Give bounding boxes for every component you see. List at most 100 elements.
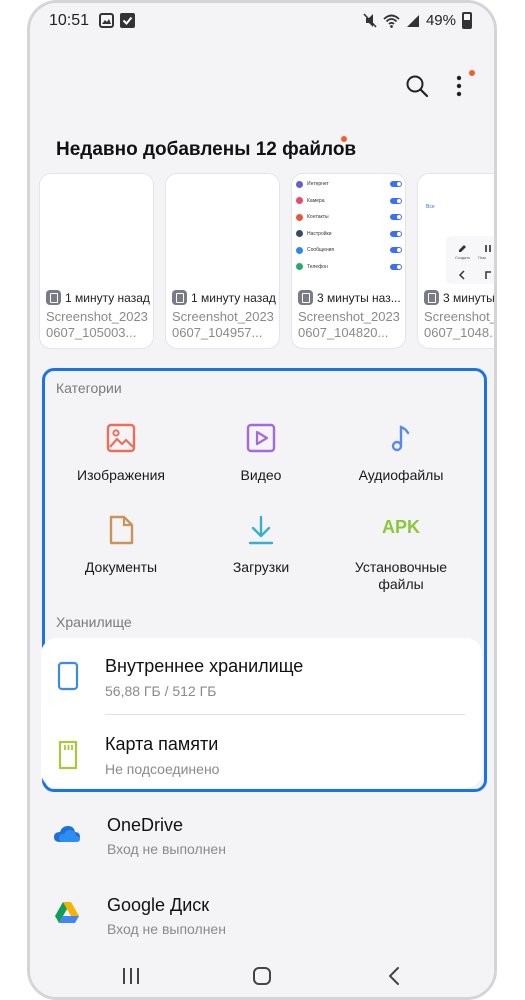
- cloud-item-subtitle: Вход не выполнен: [107, 921, 226, 937]
- storage-item-subtitle: 56,88 ГБ / 512 ГБ: [105, 683, 217, 699]
- toggle-icon: [390, 197, 402, 204]
- gallery-notification-icon: [99, 13, 114, 28]
- file-thumbnail: Все Создать Пом: [418, 174, 494, 284]
- cloud-item-subtitle: Вход не выполнен: [107, 841, 226, 857]
- battery-percent: 49%: [425, 12, 456, 29]
- action-bar: [30, 65, 494, 105]
- storage-item-sd-card[interactable]: Карта памяти Не подсоединено: [41, 716, 482, 794]
- navigation-bar: [30, 948, 494, 997]
- preview-label: Пом: [478, 255, 486, 260]
- recent-file-card[interactable]: 1 минуту назад Screenshot_20230607_10495…: [165, 173, 280, 349]
- cloud-item-onedrive[interactable]: OneDrive Вход не выполнен: [41, 800, 482, 878]
- categories-grid: Изображения Видео Аудиофайлы Документы З…: [41, 387, 482, 597]
- file-thumbnail: Интернет Камера Контакты Настройки Сообщ…: [292, 174, 405, 279]
- category-label: Изображения: [77, 467, 165, 483]
- cloud-item-title: Google Диск: [107, 895, 210, 915]
- divider: [105, 714, 465, 715]
- app-icon: [296, 230, 303, 238]
- storage-card: Внутреннее хранилище 56,88 ГБ / 512 ГБ К…: [41, 638, 482, 788]
- preview-panel: Создать Пом: [446, 236, 494, 284]
- recent-files-title[interactable]: Недавно добавлены 12 файлов: [56, 139, 356, 161]
- storage-title: Хранилище: [56, 614, 132, 630]
- category-images[interactable]: Изображения: [51, 407, 191, 487]
- app-icon: [296, 263, 303, 271]
- file-type-icon: [424, 290, 439, 305]
- storage-item-title: Внутреннее хранилище: [105, 656, 304, 676]
- app-icon: [296, 246, 303, 254]
- screen: 10:51 49% Недавно добавлены 12 файлов 1 …: [30, 3, 497, 997]
- image-icon: [106, 423, 136, 453]
- file-type-icon: [172, 290, 187, 305]
- video-icon: [246, 423, 276, 453]
- preview-corner-icon: [485, 271, 491, 279]
- category-video[interactable]: Видео: [191, 407, 331, 487]
- file-name: Screenshot_20230607_104957...: [172, 309, 274, 340]
- recents-icon[interactable]: [116, 966, 146, 986]
- wifi-icon: [383, 14, 400, 28]
- category-label: Документы: [84, 559, 158, 575]
- mute-icon: [363, 13, 377, 28]
- category-label: Установочные файлы: [354, 559, 448, 592]
- storage-item-subtitle: Не подсоединено: [105, 761, 220, 777]
- recent-files-row: 1 минуту назад Screenshot_20230607_10500…: [39, 173, 497, 351]
- check-notification-icon: [120, 13, 135, 28]
- search-icon[interactable]: [404, 73, 430, 99]
- app-icon: [296, 197, 303, 205]
- preview-label: Камера: [307, 197, 325, 204]
- home-icon[interactable]: [247, 966, 277, 986]
- toggle-icon: [390, 181, 402, 188]
- status-bar: 10:51 49%: [30, 3, 494, 37]
- storage-item-title: Карта памяти: [105, 734, 219, 754]
- preview-label: Контакты: [307, 214, 329, 221]
- edit-icon: [459, 245, 466, 252]
- cloud-item-title: OneDrive: [107, 815, 184, 835]
- storage-item-internal[interactable]: Внутреннее хранилище 56,88 ГБ / 512 ГБ: [41, 638, 482, 716]
- recent-file-card[interactable]: 1 минуту назад Screenshot_20230607_10500…: [39, 173, 154, 349]
- preview-label: Интернет: [307, 181, 329, 188]
- file-name: Screenshot_20230607_1048...: [424, 309, 497, 340]
- category-documents[interactable]: Документы: [51, 499, 191, 595]
- category-downloads[interactable]: Загрузки: [191, 499, 331, 595]
- file-time: 3 минуты н: [443, 290, 495, 305]
- file-thumbnail: [166, 174, 279, 279]
- cloud-list: OneDrive Вход не выполнен Google Диск Вх…: [30, 800, 494, 950]
- apk-icon: APK: [381, 517, 420, 537]
- back-icon[interactable]: [379, 966, 409, 986]
- file-thumbnail: [40, 174, 153, 279]
- toggle-icon: [390, 214, 402, 221]
- file-time: 1 минуту назад: [65, 290, 150, 305]
- settings-preview: Интернет Камера Контакты Настройки Сообщ…: [296, 176, 402, 275]
- category-label: Аудиофайлы: [358, 467, 444, 483]
- pause-icon: [485, 245, 491, 252]
- preview-label: Телефон: [307, 263, 328, 270]
- file-name: Screenshot_20230607_104820...: [298, 309, 400, 340]
- toggle-icon: [390, 247, 402, 254]
- file-time: 3 минуты наз...: [317, 290, 401, 305]
- file-name: Screenshot_20230607_105003...: [46, 309, 148, 340]
- sd-card-icon: [58, 740, 78, 770]
- recent-file-card[interactable]: Все Создать Пом 3 минуты н Screenshot_20…: [417, 173, 497, 349]
- google-drive-icon: [55, 902, 79, 923]
- onedrive-icon: [54, 826, 80, 842]
- category-label: Загрузки: [232, 559, 290, 575]
- preview-label: Настройки: [307, 230, 332, 237]
- category-install-files[interactable]: APK Установочные файлы: [331, 499, 471, 595]
- music-note-icon: [391, 425, 410, 452]
- app-icon: [296, 180, 303, 188]
- more-vertical-icon[interactable]: [450, 73, 468, 99]
- category-audio[interactable]: Аудиофайлы: [331, 407, 471, 487]
- battery-icon: [462, 12, 472, 29]
- recent-file-card[interactable]: Интернет Камера Контакты Настройки Сообщ…: [291, 173, 406, 349]
- file-type-icon: [46, 290, 61, 305]
- status-time: 10:51: [49, 12, 90, 29]
- preview-link: Все: [426, 204, 435, 210]
- category-label: Видео: [240, 467, 282, 483]
- phone-storage-icon: [57, 661, 79, 691]
- toggle-icon: [390, 230, 402, 237]
- preview-back-icon: [458, 270, 465, 280]
- recent-badge: [341, 136, 347, 142]
- file-time: 1 минуту назад: [191, 290, 276, 305]
- cloud-item-google-drive[interactable]: Google Диск Вход не выполнен: [41, 880, 482, 958]
- file-type-icon: [298, 290, 313, 305]
- device-frame: 10:51 49% Недавно добавлены 12 файлов 1 …: [27, 0, 497, 1000]
